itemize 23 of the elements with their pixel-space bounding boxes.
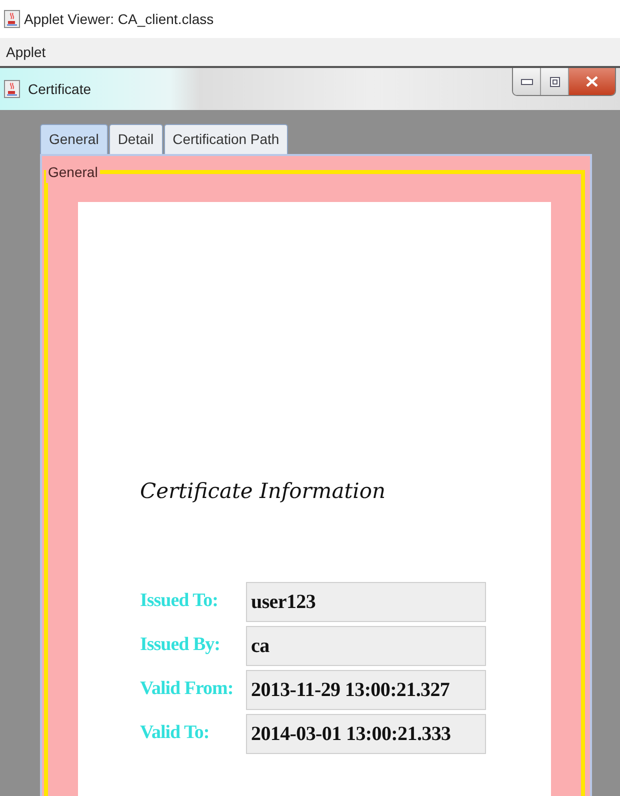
field-value: user123 <box>246 582 486 622</box>
coffee-cup-icon <box>4 80 20 98</box>
field-label: Issued By: <box>140 633 221 658</box>
tab[interactable]: Detail <box>108 124 163 154</box>
certificate-heading: Certificate Information <box>140 478 387 505</box>
window-title: Applet Viewer: CA_client.class <box>24 10 214 29</box>
close-icon <box>586 76 598 87</box>
maximize-icon <box>550 76 560 86</box>
minimize-button[interactable] <box>513 68 541 95</box>
tab[interactable]: General <box>40 124 108 154</box>
minimize-icon <box>520 78 532 84</box>
field-label: Issued To: <box>140 589 219 614</box>
dialog-title: Certificate <box>28 80 92 98</box>
tab[interactable]: Certification Path <box>164 124 288 154</box>
field-value: 2013-11-29 13:00:21.327 <box>246 670 486 710</box>
field-value: 2014-03-01 13:00:21.333 <box>246 714 486 754</box>
close-button[interactable] <box>569 68 615 95</box>
menu-item[interactable]: Applet <box>6 42 46 62</box>
coffee-cup-icon <box>4 10 20 28</box>
field-label: Valid From: <box>140 677 234 702</box>
field-label: Valid To: <box>140 721 210 746</box>
field-value: ca <box>246 626 486 666</box>
maximize-button[interactable] <box>541 68 569 95</box>
